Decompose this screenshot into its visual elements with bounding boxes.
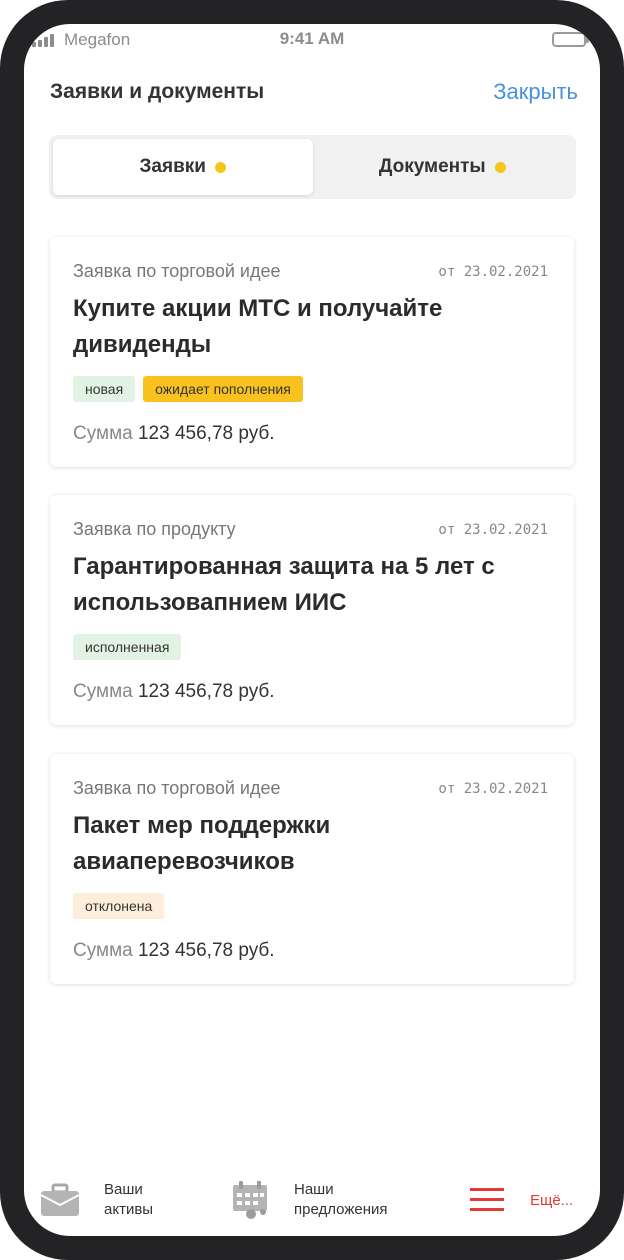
- request-title: Пакет мер поддержки авиаперевозчиков: [73, 812, 331, 875]
- briefcase-icon: [40, 1183, 80, 1217]
- request-title: Гарантированная защита на 5 лет с исполь…: [73, 553, 495, 616]
- segmented-tabs: Заявки Документы: [49, 135, 576, 199]
- status-badge: ожидает пополнения: [143, 376, 303, 402]
- battery-icon: [552, 32, 589, 47]
- close-button[interactable]: Закрыть: [493, 79, 578, 105]
- request-type: Заявка по торговой идее: [73, 261, 281, 281]
- request-card[interactable]: Заявка по торговой идее от 23.02.2021 Ку…: [50, 237, 574, 467]
- request-card[interactable]: Заявка по торговой идее от 23.02.2021 Па…: [50, 754, 574, 984]
- request-date: от 23.02.2021: [438, 264, 548, 280]
- sum-value: 123 456,78 руб.: [137, 940, 275, 961]
- nav-our-offers[interactable]: Наши предложения: [232, 1164, 388, 1236]
- sum-value: 123 456,78 руб.: [137, 681, 275, 702]
- sum-label: Сумма: [73, 681, 133, 702]
- screen: Megafon 9:41 AM Заявки и документы Закры…: [24, 24, 600, 1236]
- tab-documents-dot: [494, 161, 506, 173]
- tab-requests-label: Заявки: [139, 156, 206, 177]
- status-badges: новая ожидает пополнения: [73, 376, 303, 402]
- sum-label: Сумма: [73, 940, 133, 961]
- status-badge: отклонена: [73, 893, 165, 919]
- request-title: Купите акции МТС и получайте дивиденды: [73, 295, 443, 358]
- tab-requests[interactable]: Заявки: [53, 139, 313, 195]
- status-badge: исполненная: [73, 634, 182, 660]
- nav-more[interactable]: Ещё...: [470, 1164, 573, 1236]
- tab-documents[interactable]: Документы: [313, 139, 573, 195]
- status-badge: новая: [73, 376, 136, 402]
- request-sum: Сумма 123 456,78 руб.: [73, 423, 275, 445]
- status-bar: Megafon 9:41 AM: [24, 24, 600, 58]
- calendar-icon: [232, 1180, 270, 1220]
- request-date: от 23.02.2021: [438, 781, 548, 797]
- status-badges: отклонена: [73, 893, 165, 919]
- request-sum: Сумма 123 456,78 руб.: [73, 940, 275, 962]
- nav-more-label: Ещё...: [530, 1191, 574, 1209]
- request-sum: Сумма 123 456,78 руб.: [73, 681, 275, 703]
- request-date: от 23.02.2021: [438, 522, 548, 538]
- status-badges: исполненная: [73, 634, 182, 660]
- nav-our-offers-label: Наши предложения: [294, 1181, 388, 1218]
- tab-documents-label: Документы: [378, 156, 486, 177]
- tab-requests-dot: [214, 161, 226, 173]
- sum-label: Сумма: [73, 423, 133, 444]
- request-type: Заявка по продукту: [73, 519, 236, 539]
- menu-icon: [470, 1187, 504, 1213]
- nav-your-assets-label: Ваши активы: [104, 1181, 154, 1218]
- nav-your-assets[interactable]: Ваши активы: [40, 1164, 153, 1236]
- phone-frame: Megafon 9:41 AM Заявки и документы Закры…: [0, 0, 624, 1260]
- bottom-nav: Ваши активы Наши предложения Ещё...: [24, 1164, 600, 1236]
- page-title: Заявки и документы: [50, 80, 265, 103]
- sum-value: 123 456,78 руб.: [137, 423, 275, 444]
- request-card[interactable]: Заявка по продукту от 23.02.2021 Гаранти…: [50, 495, 574, 725]
- request-type: Заявка по торговой идее: [73, 778, 281, 798]
- status-time: 9:41 AM: [279, 29, 345, 48]
